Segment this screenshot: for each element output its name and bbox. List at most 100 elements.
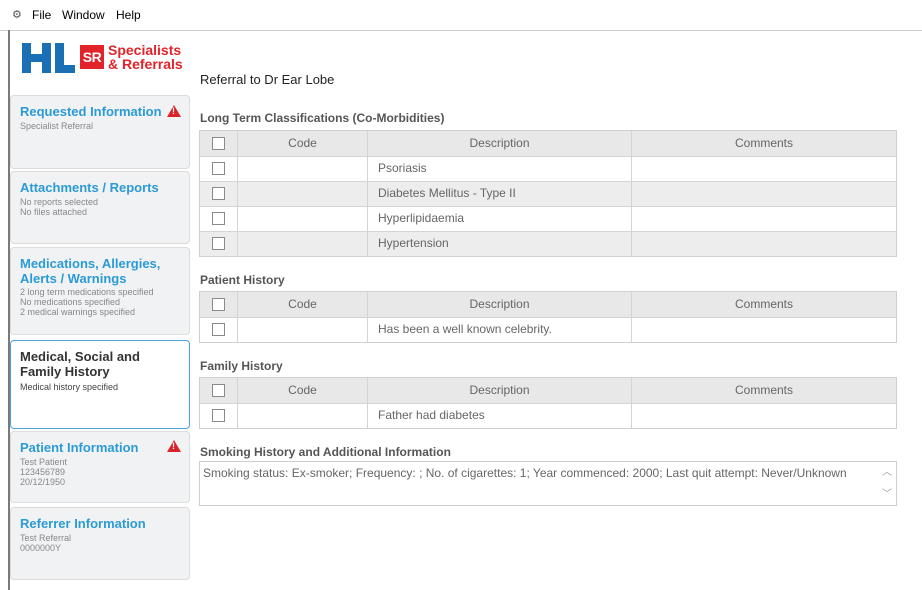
sr-logo-line1: Specialists [108,42,182,58]
section-title-family-history: Family History [200,359,283,373]
patient-history-table: Code Description Comments Has been a wel… [199,291,897,343]
sidebar-item-line: 123456789 [20,467,66,477]
smoking-history-text: Smoking status: Ex-smoker; Frequency: ; … [203,466,847,480]
row-checkbox-cell [200,403,238,428]
comments-cell[interactable] [632,156,896,181]
select-all-cell [200,131,238,156]
description-cell: Has been a well known celebrity. [368,317,632,342]
sidebar-item-attachments[interactable]: Attachments / Reports No reports selecte… [10,171,190,244]
table-row[interactable]: Hyperlipidaemia [200,206,896,231]
family-history-table: Code Description Comments Father had dia… [199,377,897,429]
row-checkbox-cell [200,156,238,181]
sidebar-item-line: Test Patient [20,457,68,467]
section-title-smoking-history: Smoking History and Additional Informati… [200,445,451,459]
sidebar-item-line: Specialist Referral [20,121,94,131]
smoking-history-textarea[interactable]: Smoking status: Ex-smoker; Frequency: ; … [199,461,897,506]
column-header-code: Code [238,131,368,156]
column-header-comments: Comments [734,136,793,150]
hl-logo [22,43,75,73]
comments-cell[interactable] [632,231,896,256]
row-checkbox-cell [200,181,238,206]
select-all-cell [200,292,238,317]
sidebar-item-medical-social-family-history[interactable]: Medical, Social and Family History Medic… [10,340,190,429]
table-header: Code Description Comments [200,378,896,403]
sidebar-item-line: 0000000Y [20,543,62,553]
sidebar-item-line: Medical history specified [20,382,119,392]
table-header: Code Description Comments [200,131,896,156]
sidebar-item-medications[interactable]: Medications, Allergies, Alerts / Warning… [10,247,190,335]
sidebar-item-title: Requested Information [20,104,162,119]
code-cell [238,206,368,231]
sr-logo-text: Specialists & Referrals [108,43,183,71]
table-row[interactable]: Psoriasis [200,156,896,181]
column-header-description: Description [368,131,632,156]
code-cell [238,231,368,256]
sidebar-item-requested-information[interactable]: Requested Information Specialist Referra… [10,95,190,169]
sidebar-item-title: Medications, Allergies, Alerts / Warning… [20,256,161,286]
column-header-description: Description [368,378,632,403]
table-header: Code Description Comments [200,292,896,317]
comments-cell[interactable] [632,317,896,342]
scroll-down-icon[interactable]: ﹀ [882,488,892,502]
comments-cell[interactable] [632,206,896,231]
code-cell [238,156,368,181]
section-title-patient-history: Patient History [200,273,285,287]
select-all-checkbox[interactable] [212,384,225,397]
table-row[interactable]: Hypertension [200,231,896,256]
column-header-code: Code [238,378,368,403]
row-checkbox[interactable] [212,323,225,336]
description-cell: Hypertension [368,231,632,256]
row-checkbox-cell [200,206,238,231]
column-header-comments: Comments [734,297,793,311]
sidebar-item-title: Patient Information [20,440,139,455]
row-checkbox-cell [200,317,238,342]
sidebar-item-line: 20/12/1950 [20,477,66,487]
menu-window[interactable]: Window [62,8,105,22]
menu-file[interactable]: File [32,8,51,22]
page-title: Referral to Dr Ear Lobe [200,72,335,87]
row-checkbox[interactable] [212,237,225,250]
warning-icon: ! [167,440,181,452]
column-header-code: Code [238,292,368,317]
section-title-long-term: Long Term Classifications (Co-Morbiditie… [200,111,445,125]
warning-icon: ! [167,105,181,117]
sidebar-item-line: No medications specified [20,297,121,307]
row-checkbox[interactable] [212,212,225,225]
description-cell: Diabetes Mellitus - Type II [368,181,632,206]
sidebar-item-line: Test Referral [20,533,72,543]
sr-logo-mark: SR [80,45,104,69]
code-cell [238,403,368,428]
sidebar-item-referrer-information[interactable]: Referrer Information Test Referral 00000… [10,507,190,580]
comments-cell[interactable] [632,403,896,428]
row-checkbox[interactable] [212,162,225,175]
sidebar-item-title: Attachments / Reports [20,180,159,195]
sidebar-item-patient-information[interactable]: Patient Information Test Patient 1234567… [10,431,190,503]
table-row[interactable]: Diabetes Mellitus - Type II [200,181,896,206]
column-header-comments: Comments [734,383,793,397]
sr-logo-line2: & Referrals [108,56,183,72]
row-checkbox[interactable] [212,409,225,422]
menu-help[interactable]: Help [116,8,141,22]
long-term-table: Code Description Comments Psoriasis Diab… [199,130,897,257]
column-header-description: Description [368,292,632,317]
description-cell: Hyperlipidaemia [368,206,632,231]
code-cell [238,181,368,206]
sidebar-item-line: 2 medical warnings specified [20,307,136,317]
header: SR Specialists & Referrals Referral to D… [10,31,922,91]
sidebar-item-line: 2 long term medications specified [20,287,154,297]
sidebar-item-title: Referrer Information [20,516,146,531]
menu-bar: ⚙ File Window Help [0,0,922,31]
app-icon[interactable]: ⚙ [12,9,26,21]
sidebar-item-title: Medical, Social and Family History [20,349,140,379]
scroll-up-icon[interactable]: ︿ [882,466,892,480]
code-cell [238,317,368,342]
row-checkbox[interactable] [212,187,225,200]
select-all-checkbox[interactable] [212,137,225,150]
description-cell: Father had diabetes [368,403,632,428]
comments-cell[interactable] [632,181,896,206]
sidebar-item-line: No reports selected [20,197,99,207]
row-checkbox-cell [200,231,238,256]
select-all-checkbox[interactable] [212,298,225,311]
table-row[interactable]: Father had diabetes [200,403,896,428]
table-row[interactable]: Has been a well known celebrity. [200,317,896,342]
